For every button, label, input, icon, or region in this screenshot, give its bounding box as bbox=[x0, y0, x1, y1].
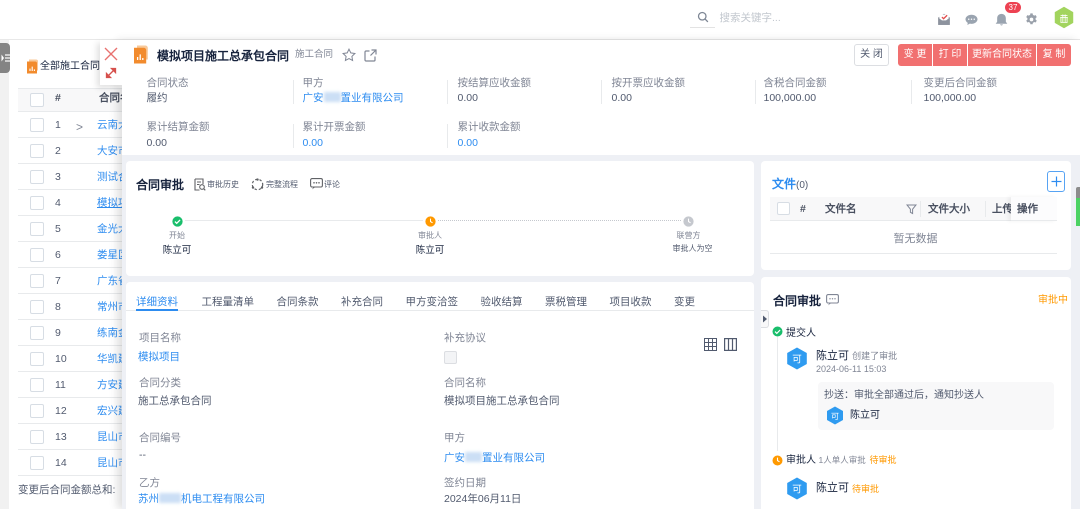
svg-text:可: 可 bbox=[831, 412, 839, 421]
svg-text:可: 可 bbox=[792, 484, 802, 495]
svg-text:可: 可 bbox=[792, 354, 802, 365]
